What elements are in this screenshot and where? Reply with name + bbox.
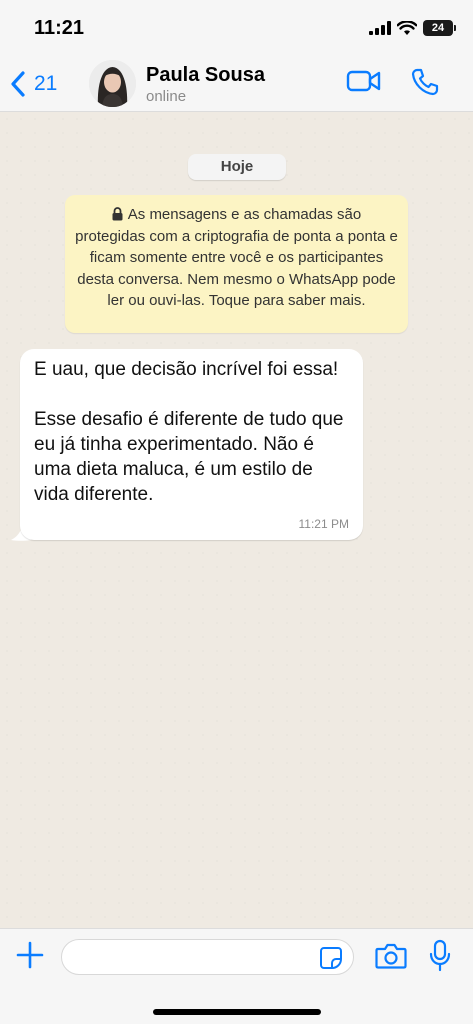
chat-header: 21 Paula Sousa online: [0, 56, 473, 112]
message-bubble[interactable]: E uau, que decisão incrível foi essa! Es…: [20, 349, 363, 540]
status-bar: 11:21 24: [0, 0, 473, 56]
encryption-notice[interactable]: As mensagens e as chamadas são protegida…: [65, 195, 408, 333]
message-time: 11:21 PM: [298, 517, 349, 531]
signal-icon: [369, 21, 391, 35]
unread-count: 21: [34, 72, 58, 95]
camera-button[interactable]: [375, 942, 407, 975]
encryption-notice-text: As mensagens e as chamadas são protegida…: [75, 206, 398, 309]
microphone-icon: [429, 939, 451, 972]
voice-call-button[interactable]: [410, 67, 440, 102]
phone-icon: [411, 68, 439, 96]
contact-name[interactable]: Paula Sousa: [146, 64, 265, 87]
wifi-icon: [397, 20, 417, 35]
message-text: E uau, que decisão incrível foi essa! Es…: [34, 359, 344, 505]
video-camera-icon: [346, 70, 381, 92]
sticker-icon: [320, 947, 342, 969]
battery-icon: 24: [423, 20, 456, 36]
camera-icon: [375, 943, 407, 969]
status-time: 11:21: [34, 17, 85, 39]
voice-message-button[interactable]: [428, 939, 452, 978]
message-input[interactable]: [61, 939, 354, 975]
home-indicator[interactable]: [153, 1009, 321, 1015]
plus-icon: [16, 941, 44, 969]
avatar-photo-icon: [89, 60, 136, 107]
message-composer: [0, 928, 473, 1024]
chat-area[interactable]: Hoje As mensagens e as chamadas são prot…: [0, 112, 473, 928]
lock-icon: [112, 207, 123, 221]
sticker-button[interactable]: [319, 946, 343, 975]
back-button[interactable]: 21: [10, 66, 57, 102]
attach-button[interactable]: [16, 941, 44, 974]
date-label: Hoje: [188, 154, 286, 180]
contact-status: online: [146, 88, 187, 105]
video-call-button[interactable]: [346, 68, 382, 99]
chevron-left-icon: [11, 71, 25, 97]
status-icons: 24: [369, 20, 456, 36]
avatar[interactable]: [89, 60, 136, 107]
